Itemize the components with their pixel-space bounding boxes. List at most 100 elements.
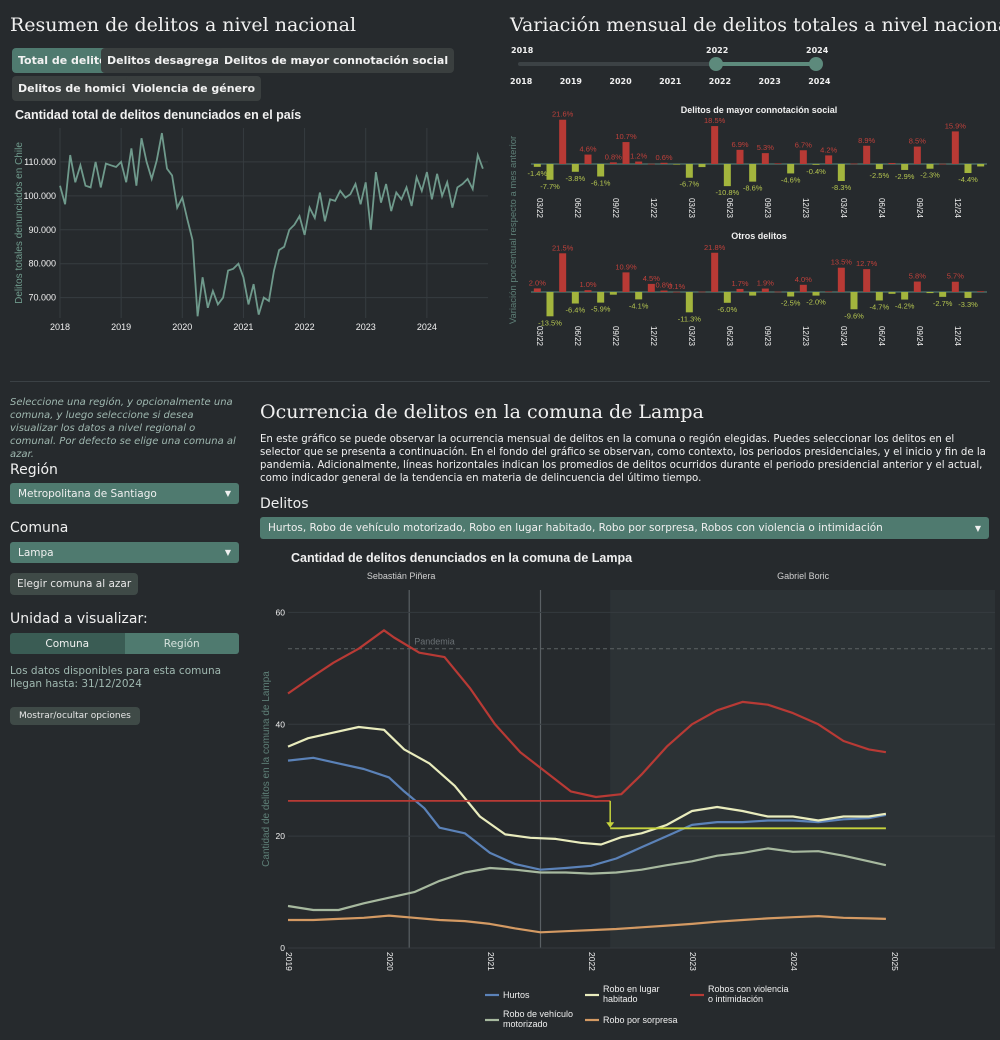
data-label: 5.3% bbox=[757, 143, 774, 152]
data-label: -0.4% bbox=[806, 167, 826, 176]
variation-bar bbox=[736, 288, 744, 292]
data-label: 21.6% bbox=[552, 110, 574, 119]
y-tick-label: 70.000 bbox=[28, 293, 56, 303]
slider-from-label: 2022 bbox=[706, 46, 729, 55]
variation-bar bbox=[559, 253, 567, 292]
y-axis-label: Variación porcentual respecto a mes ante… bbox=[508, 136, 519, 324]
data-label: 12.7% bbox=[856, 259, 878, 268]
x-tick-label: 12/24 bbox=[953, 198, 962, 219]
period-label: Gabriel Boric bbox=[777, 571, 830, 581]
data-label: -11.3% bbox=[678, 314, 702, 323]
x-tick-label: 2023 bbox=[356, 322, 376, 332]
variation-bar bbox=[533, 164, 541, 167]
variation-bar bbox=[609, 162, 617, 164]
year-slider-range bbox=[716, 62, 816, 66]
legend-label: Robo por sorpresa bbox=[603, 1015, 678, 1025]
x-tick-label: 2020 bbox=[172, 322, 192, 332]
variation-bar bbox=[622, 272, 630, 292]
variation-bar bbox=[901, 164, 909, 170]
data-label: 10.9% bbox=[615, 262, 637, 271]
toggle-options-button[interactable]: Mostrar/ocultar opciones bbox=[10, 707, 140, 725]
variation-bar bbox=[977, 164, 985, 167]
comuna-section-title: Ocurrencia de delitos en la comuna de La… bbox=[260, 401, 704, 423]
x-tick-label: 2023 bbox=[688, 952, 698, 971]
data-label: -4.2% bbox=[895, 302, 915, 311]
variation-bar bbox=[723, 292, 731, 303]
data-label: 21.5% bbox=[552, 243, 574, 252]
unit-option-region[interactable]: Región bbox=[124, 633, 239, 654]
variation-bar bbox=[761, 288, 769, 292]
x-tick-label: 09/24 bbox=[915, 198, 924, 219]
tab-violencia-genero[interactable]: Violencia de género bbox=[126, 76, 262, 101]
variation-bar bbox=[787, 164, 795, 174]
x-tick-label: 2024 bbox=[789, 952, 799, 971]
period-label: Sebastián Piñera bbox=[367, 571, 436, 581]
data-label: 1.2% bbox=[630, 152, 647, 161]
variation-bar bbox=[597, 292, 605, 303]
sidebar-hint: Seleccione una región, y opcionalmente u… bbox=[10, 397, 236, 460]
national-total-line bbox=[59, 132, 484, 317]
variation-bar bbox=[660, 290, 668, 292]
y-tick-label: 60 bbox=[276, 607, 286, 617]
delitos-select[interactable]: Hurtos, Robo de vehículo motorizado, Rob… bbox=[260, 517, 989, 539]
slider-to-label: 2024 bbox=[806, 46, 829, 55]
random-comuna-button[interactable]: Elegir comuna al azar bbox=[10, 573, 139, 595]
variation-bar bbox=[635, 292, 643, 300]
year-slider-to-handle[interactable] bbox=[809, 57, 823, 71]
data-label: 4.0% bbox=[795, 275, 812, 284]
variation-bar bbox=[774, 291, 782, 293]
x-tick-label: 09/22 bbox=[611, 326, 620, 347]
y-axis-label: Cantidad de delitos en la comuna de Lamp… bbox=[261, 671, 272, 867]
x-tick-label: 12/24 bbox=[953, 326, 962, 347]
slider-tick-label: 2024 bbox=[808, 77, 831, 86]
variation-bar bbox=[622, 142, 630, 164]
app-root: Resumen de delitos a nivel nacional Tota… bbox=[0, 0, 1000, 1040]
variation-bar bbox=[863, 145, 871, 164]
slider-tick-label: 2021 bbox=[659, 77, 682, 86]
region-label: Región bbox=[10, 462, 58, 478]
national-summary-title: Resumen de delitos a nivel nacional bbox=[10, 14, 357, 36]
variation-bar bbox=[787, 292, 795, 297]
region-select[interactable]: Metropolitana de Santiago ▼ bbox=[10, 483, 239, 504]
data-label: 2.0% bbox=[529, 278, 546, 287]
variation-bar bbox=[609, 292, 617, 295]
data-label: -3.3% bbox=[958, 300, 978, 309]
variation-bar bbox=[799, 284, 807, 292]
x-tick-label: 09/24 bbox=[915, 326, 924, 347]
data-label: 1.7% bbox=[731, 279, 748, 288]
year-slider-from-handle[interactable] bbox=[709, 57, 723, 71]
y-tick-label: 80.000 bbox=[28, 259, 56, 269]
data-label: 1.0% bbox=[579, 280, 596, 289]
data-label: 13.5% bbox=[831, 258, 853, 267]
tab-delitos-mayor-connotacion[interactable]: Delitos de mayor connotación social bbox=[218, 48, 455, 73]
data-label: -8.6% bbox=[743, 184, 763, 193]
y-tick-label: 20 bbox=[276, 831, 286, 841]
variation-bar bbox=[825, 291, 833, 293]
data-label: 4.2% bbox=[820, 145, 837, 154]
variation-bar bbox=[964, 164, 972, 174]
data-label: -8.3% bbox=[832, 183, 852, 192]
data-label: 8.5% bbox=[909, 137, 926, 146]
data-label: -2.3% bbox=[920, 171, 940, 180]
y-tick-label: 100.000 bbox=[23, 191, 56, 201]
data-label: -2.0% bbox=[806, 298, 826, 307]
data-label: -6.0% bbox=[718, 305, 738, 314]
variation-bar bbox=[571, 164, 579, 172]
unit-option-comuna[interactable]: Comuna bbox=[10, 633, 125, 654]
slider-tick-label: 2023 bbox=[758, 77, 781, 86]
x-tick-label: 2025 bbox=[890, 952, 900, 971]
variation-bar bbox=[749, 292, 757, 296]
panel-title: Delitos de mayor connotación social bbox=[681, 105, 838, 115]
variation-bar bbox=[863, 269, 871, 292]
legend-label: Robos con violencia bbox=[708, 984, 789, 994]
comuna-select[interactable]: Lampa ▼ bbox=[10, 542, 239, 563]
data-label: 1.9% bbox=[757, 279, 774, 288]
data-label: -6.4% bbox=[566, 306, 586, 315]
panel-title: Otros delitos bbox=[731, 231, 787, 241]
period-shading bbox=[610, 590, 995, 948]
data-label: -5.9% bbox=[591, 305, 611, 314]
slider-tick-label: 2022 bbox=[708, 77, 732, 86]
comuna-label: Comuna bbox=[10, 520, 69, 536]
data-label: 0.8% bbox=[605, 152, 622, 161]
data-label: -2.5% bbox=[870, 171, 890, 180]
